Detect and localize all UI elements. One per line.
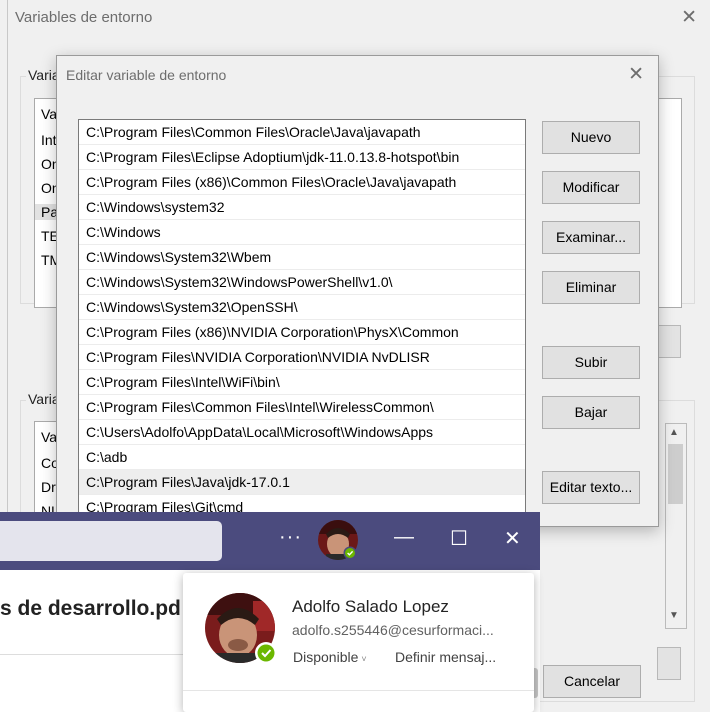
new-button[interactable]: Nuevo — [542, 121, 640, 154]
path-list-item[interactable]: C:\adb — [79, 445, 525, 470]
status-label: Disponible — [293, 649, 359, 665]
profile-name: Adolfo Salado Lopez — [292, 597, 449, 616]
search-input[interactable] — [0, 521, 222, 561]
list-item[interactable]: Int — [41, 132, 57, 148]
profile-card: Adolfo Salado Lopez adolfo.s255446@cesur… — [183, 573, 534, 712]
user-delete-button-partial[interactable] — [657, 325, 681, 358]
edit-text-button[interactable]: Editar texto... — [542, 471, 640, 504]
edit-environment-variable-dialog: Editar variable de entorno ✕ C:\Program … — [56, 55, 659, 528]
divider — [0, 654, 185, 655]
document-title[interactable]: s de desarrollo.pd — [0, 597, 181, 621]
scroll-down-icon[interactable]: ▼ — [669, 610, 679, 621]
list-item[interactable]: Dr — [41, 479, 56, 495]
chevron-down-icon: ˅ — [361, 654, 367, 664]
path-list-item[interactable]: C:\Users\Adolfo\AppData\Local\Microsoft\… — [79, 420, 525, 445]
path-list-item[interactable]: C:\Program Files\Eclipse Adoptium\jdk-11… — [79, 145, 525, 170]
dialog-title: Editar variable de entorno — [66, 67, 227, 83]
path-list-item[interactable]: C:\Windows — [79, 220, 525, 245]
delete-button[interactable]: Eliminar — [542, 271, 640, 304]
close-icon[interactable]: ✕ — [504, 526, 521, 551]
cancel-button[interactable]: Cancelar — [543, 665, 641, 698]
path-list-item[interactable]: C:\Program Files\Java\jdk-17.0.1 — [79, 470, 525, 495]
scrollbar-thumb[interactable] — [668, 444, 683, 504]
move-down-button[interactable]: Bajar — [542, 396, 640, 429]
path-list-item[interactable]: C:\Program Files\Common Files\Oracle\Jav… — [79, 120, 525, 145]
path-list-item[interactable]: C:\Program Files\Intel\WiFi\bin\ — [79, 370, 525, 395]
avatar[interactable] — [205, 593, 279, 672]
browse-button[interactable]: Examinar... — [542, 221, 640, 254]
set-status-message-button[interactable]: Definir mensaj... — [395, 649, 496, 665]
divider — [183, 690, 534, 691]
more-options-icon[interactable]: ··· — [279, 526, 302, 549]
path-list-item[interactable]: C:\Windows\system32 — [79, 195, 525, 220]
close-icon[interactable]: ✕ — [628, 63, 644, 86]
path-list[interactable]: C:\Program Files\Common Files\Oracle\Jav… — [78, 119, 526, 528]
path-list-item[interactable]: C:\Program Files\NVIDIA Corporation\NVID… — [79, 345, 525, 370]
profile-email: adolfo.s255446@cesurformaci... — [292, 622, 494, 638]
move-up-button[interactable]: Subir — [542, 346, 640, 379]
system-delete-button-partial[interactable] — [657, 647, 681, 680]
close-icon[interactable]: ✕ — [681, 6, 697, 29]
maximize-icon[interactable]: ☐ — [450, 526, 468, 551]
path-list-item[interactable]: C:\Windows\System32\Wbem — [79, 245, 525, 270]
scroll-up-icon[interactable]: ▲ — [669, 427, 679, 438]
system-variables-scrollbar[interactable]: ▲ ▼ — [665, 423, 687, 629]
path-list-item[interactable]: C:\Program Files\Common Files\Intel\Wire… — [79, 395, 525, 420]
dialog-title: Variables de entorno — [15, 9, 153, 26]
avatar[interactable] — [318, 520, 358, 567]
minimize-icon[interactable]: — — [394, 526, 414, 549]
status-dropdown[interactable]: Disponible ˅ — [293, 649, 367, 665]
edit-button[interactable]: Modificar — [542, 171, 640, 204]
path-list-item[interactable]: C:\Windows\System32\OpenSSH\ — [79, 295, 525, 320]
teams-title-bar: ··· — ☐ ✕ — [0, 512, 540, 570]
path-list-item[interactable]: C:\Windows\System32\WindowsPowerShell\v1… — [79, 270, 525, 295]
path-list-item[interactable]: C:\Program Files (x86)\NVIDIA Corporatio… — [79, 320, 525, 345]
path-list-item[interactable]: C:\Program Files (x86)\Common Files\Orac… — [79, 170, 525, 195]
user-variables-list-right — [657, 98, 682, 308]
